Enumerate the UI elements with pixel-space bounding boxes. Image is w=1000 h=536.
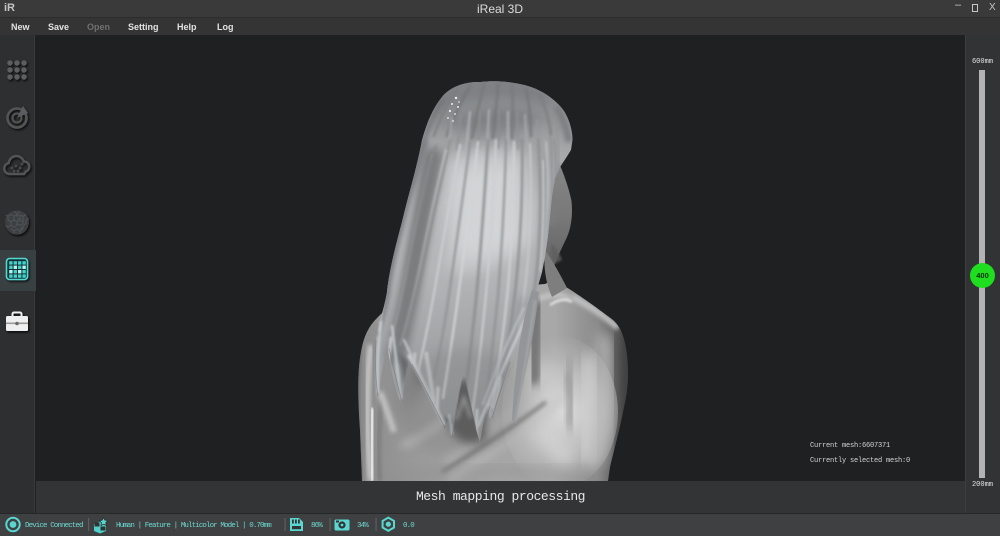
svg-text:Device Connected: Device Connected <box>25 522 83 530</box>
svg-text:0.0: 0.0 <box>403 522 415 530</box>
svg-text:86%: 86% <box>311 522 323 530</box>
svg-text:34%: 34% <box>357 522 369 530</box>
svg-text:Human | Feature | Multicolor M: Human | Feature | Multicolor Model | 0.7… <box>116 522 272 530</box>
